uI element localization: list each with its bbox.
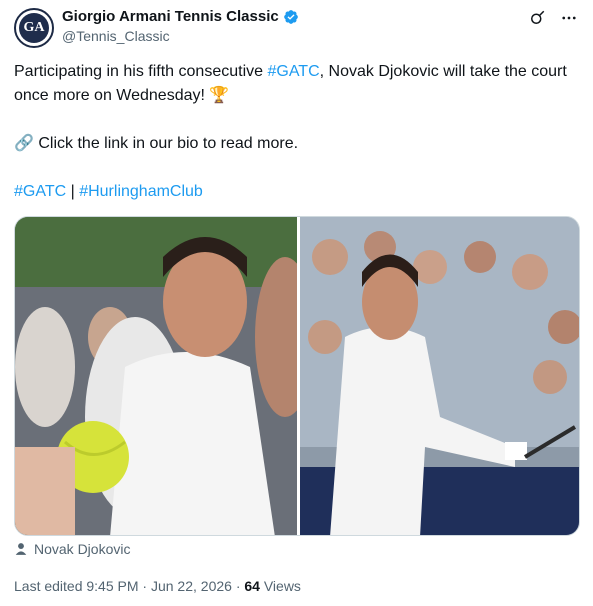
hashtag-hurlingham-link[interactable]: #HurlinghamClub [79, 183, 203, 200]
photo-djokovic-signing[interactable] [15, 217, 297, 535]
tweet-hashtags: #GATC | #HurlinghamClub [14, 183, 203, 200]
tagged-person-name[interactable]: Novak Djokovic [34, 541, 130, 557]
views-count: 64 [244, 578, 260, 594]
avatar-logo: GA [19, 13, 49, 43]
tweet-text: Participating in his fifth consecutive #… [14, 60, 584, 204]
tweet-paragraph-2: 🔗 Click the link in our bio to read more… [14, 135, 299, 152]
account-avatar[interactable]: GA [14, 8, 54, 48]
tagged-people[interactable]: Novak Djokovic [14, 541, 130, 557]
header-actions [527, 8, 579, 28]
edit-timestamp[interactable]: Last edited 9:45 PM · Jun 22, 2026 · [14, 578, 244, 594]
hashtag-gatc-link[interactable]: #GATC [267, 63, 319, 80]
photo-djokovic-backhand-image [300, 217, 579, 535]
account-name[interactable]: Giorgio Armani Tennis Classic [62, 8, 279, 25]
hashtag-gatc-link-2[interactable]: #GATC [14, 183, 66, 200]
tweet-header: GA Giorgio Armani Tennis Classic @Tennis… [14, 6, 579, 50]
photo-djokovic-signing-image [15, 217, 297, 535]
more-options-icon[interactable] [559, 8, 579, 28]
tweet-paragraph-1: Participating in his fifth consecutive #… [14, 63, 567, 104]
account-handle[interactable]: @Tennis_Classic [62, 28, 170, 44]
person-tag-icon [15, 543, 27, 555]
verified-badge-icon [283, 9, 298, 24]
views-label: Views [259, 578, 301, 594]
name-row: Giorgio Armani Tennis Classic [62, 8, 299, 25]
photo-djokovic-backhand[interactable] [300, 217, 579, 535]
tweet-meta: Last edited 9:45 PM · Jun 22, 2026 · 64 … [14, 578, 301, 594]
media-gallery [14, 216, 580, 536]
grok-icon[interactable] [527, 8, 547, 28]
